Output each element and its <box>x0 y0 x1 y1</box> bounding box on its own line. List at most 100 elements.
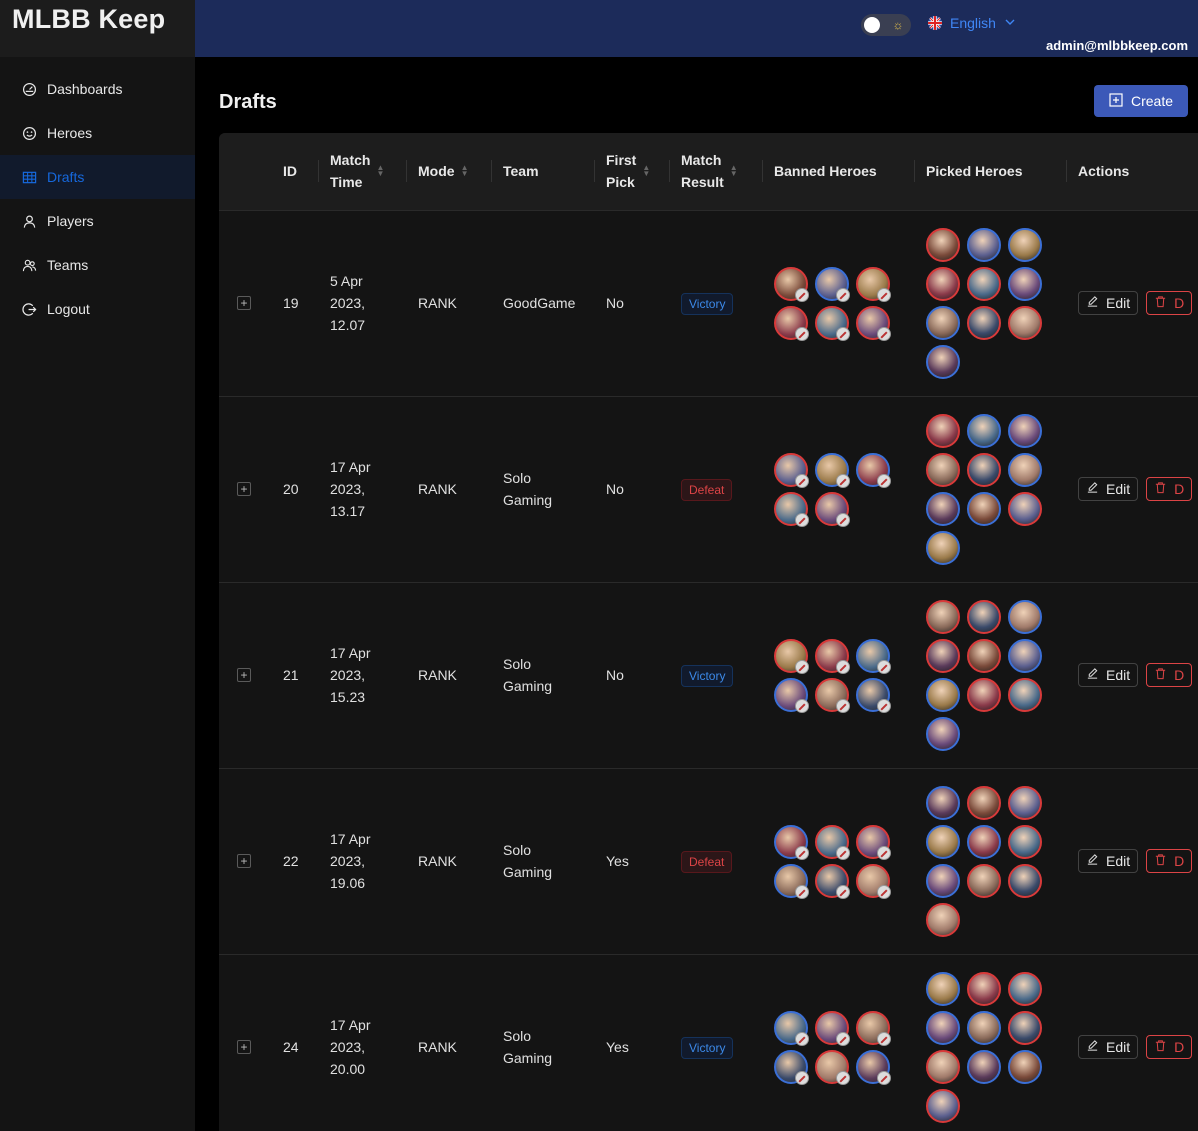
banned-hero-avatar <box>815 863 850 899</box>
column-header-id: ID <box>283 163 297 180</box>
edit-button[interactable]: Edit <box>1078 849 1139 873</box>
banned-hero-avatar <box>774 1049 809 1085</box>
banned-hero-avatar <box>856 266 891 302</box>
sidebar-item-dashboards[interactable]: Dashboards <box>0 67 195 111</box>
team-icon <box>22 258 37 273</box>
picked-hero-avatar <box>967 227 1001 262</box>
sort-icon[interactable]: ▲ ▼ <box>642 164 650 178</box>
create-button[interactable]: Create <box>1094 85 1188 117</box>
column-header-mode[interactable]: Mode ▲ ▼ <box>406 133 491 210</box>
table-row: + 20 17 Apr 2023, 13.17 RANK Solo Gaming No… <box>219 396 1198 582</box>
edit-button[interactable]: Edit <box>1078 1035 1139 1060</box>
banned-hero-avatar <box>815 1010 850 1046</box>
column-header-match-result[interactable]: Match Result ▲ ▼ <box>669 133 762 210</box>
cell-team: Solo Gaming <box>503 656 553 694</box>
cell-id: 19 <box>283 295 299 311</box>
sidebar-item-teams[interactable]: Teams <box>0 243 195 287</box>
picked-hero-avatar <box>1008 452 1042 487</box>
expand-row-icon[interactable]: + <box>237 296 251 310</box>
cell-actions: Edit D <box>1066 396 1198 582</box>
cell-match-time: 17 Apr 2023, 13.17 <box>330 459 371 519</box>
sort-icon[interactable]: ▲ ▼ <box>376 164 384 178</box>
cell-team: Solo Gaming <box>503 470 553 508</box>
chevron-down-icon <box>1004 15 1016 31</box>
banned-heroes-grid <box>774 266 902 341</box>
cell-match-result: Defeat <box>669 396 762 582</box>
column-header-actions: Actions <box>1066 133 1198 210</box>
drafts-table: ID Match Time ▲ ▼ Mode ▲ ▼ Team First Pick ▲ ▼ M… <box>219 133 1198 1131</box>
expand-row-icon[interactable]: + <box>237 854 251 868</box>
sort-icon[interactable]: ▲ ▼ <box>730 164 738 178</box>
picked-hero-avatar <box>926 902 960 937</box>
cell-match-result: Victory <box>669 954 762 1131</box>
sidebar-item-label: Logout <box>47 301 90 317</box>
edit-button[interactable]: Edit <box>1078 663 1139 687</box>
delete-button[interactable]: D <box>1146 849 1193 873</box>
result-badge: Victory <box>681 292 734 315</box>
picked-hero-avatar <box>1008 971 1042 1006</box>
smile-icon <box>22 126 37 141</box>
cell-actions: Edit D <box>1066 954 1198 1131</box>
column-header-first-pick[interactable]: First Pick ▲ ▼ <box>594 133 669 210</box>
expand-row-icon[interactable]: + <box>237 482 251 496</box>
picked-hero-avatar <box>967 491 1001 526</box>
theme-toggle[interactable]: ☼ <box>861 14 911 36</box>
dashboard-icon <box>22 82 37 97</box>
picked-hero-avatar <box>926 638 960 673</box>
cell-mode: RANK <box>418 853 457 869</box>
banned-hero-avatar <box>774 824 809 860</box>
banned-heroes-grid <box>774 1010 902 1085</box>
sidebar-item-heroes[interactable]: Heroes <box>0 111 195 155</box>
picked-hero-avatar <box>926 1088 960 1123</box>
create-button-label: Create <box>1130 93 1174 109</box>
edit-icon <box>1086 478 1099 500</box>
sidebar-item-label: Drafts <box>47 169 85 185</box>
sidebar-item-players[interactable]: Players <box>0 199 195 243</box>
edit-icon <box>1086 1036 1099 1058</box>
table-row: + 19 5 Apr 2023, 12.07 RANK GoodGame No Vi… <box>219 210 1198 396</box>
delete-button[interactable]: D <box>1146 1035 1193 1060</box>
column-header-match-time[interactable]: Match Time ▲ ▼ <box>318 133 406 210</box>
delete-button[interactable]: D <box>1146 663 1193 687</box>
expand-row-icon[interactable]: + <box>237 668 251 682</box>
cell-banned-heroes <box>762 768 914 954</box>
cell-picked-heroes <box>914 210 1066 396</box>
sidebar-item-logout[interactable]: Logout <box>0 287 195 331</box>
cell-match-result: Defeat <box>669 768 762 954</box>
expand-cell: + <box>219 210 271 396</box>
user-email[interactable]: admin@mlbbkeep.com <box>1046 38 1188 53</box>
sidebar-menu: Dashboards Heroes Drafts Players Teams L… <box>0 67 195 331</box>
edit-button[interactable]: Edit <box>1078 291 1139 315</box>
cell-match-time: 5 Apr 2023, 12.07 <box>330 273 366 333</box>
app-logo[interactable]: MLBB Keep <box>0 0 195 57</box>
sidebar-item-drafts[interactable]: Drafts <box>0 155 195 199</box>
edit-button[interactable]: Edit <box>1078 477 1139 501</box>
banned-hero-avatar <box>815 491 850 527</box>
cell-mode: RANK <box>418 481 457 497</box>
banned-hero-avatar <box>815 305 850 341</box>
trash-icon <box>1154 292 1167 314</box>
cell-id: 22 <box>283 853 299 869</box>
banned-hero-avatar <box>856 1049 891 1085</box>
banned-hero-avatar <box>856 677 891 713</box>
cell-banned-heroes <box>762 954 914 1131</box>
edit-icon <box>1086 292 1099 314</box>
picked-hero-avatar <box>926 599 960 634</box>
sort-icon[interactable]: ▲ ▼ <box>461 164 469 178</box>
picked-hero-avatar <box>1008 677 1042 712</box>
cell-match-time: 17 Apr 2023, 20.00 <box>330 1017 371 1078</box>
cell-actions: Edit D <box>1066 210 1198 396</box>
banned-hero-avatar <box>856 305 891 341</box>
page-title: Drafts <box>219 91 277 113</box>
expand-row-icon[interactable]: + <box>237 1040 251 1055</box>
delete-button[interactable]: D <box>1146 477 1193 501</box>
column-header-team: Team <box>491 133 594 210</box>
banned-hero-avatar <box>774 638 809 674</box>
picked-hero-avatar <box>967 824 1001 859</box>
language-selector[interactable]: English <box>928 15 1016 31</box>
picked-heroes-grid <box>926 785 1054 937</box>
delete-button[interactable]: D <box>1146 291 1193 315</box>
picked-heroes-grid <box>926 413 1054 565</box>
picked-hero-avatar <box>967 266 1001 301</box>
cell-first-pick: Yes <box>606 853 629 869</box>
